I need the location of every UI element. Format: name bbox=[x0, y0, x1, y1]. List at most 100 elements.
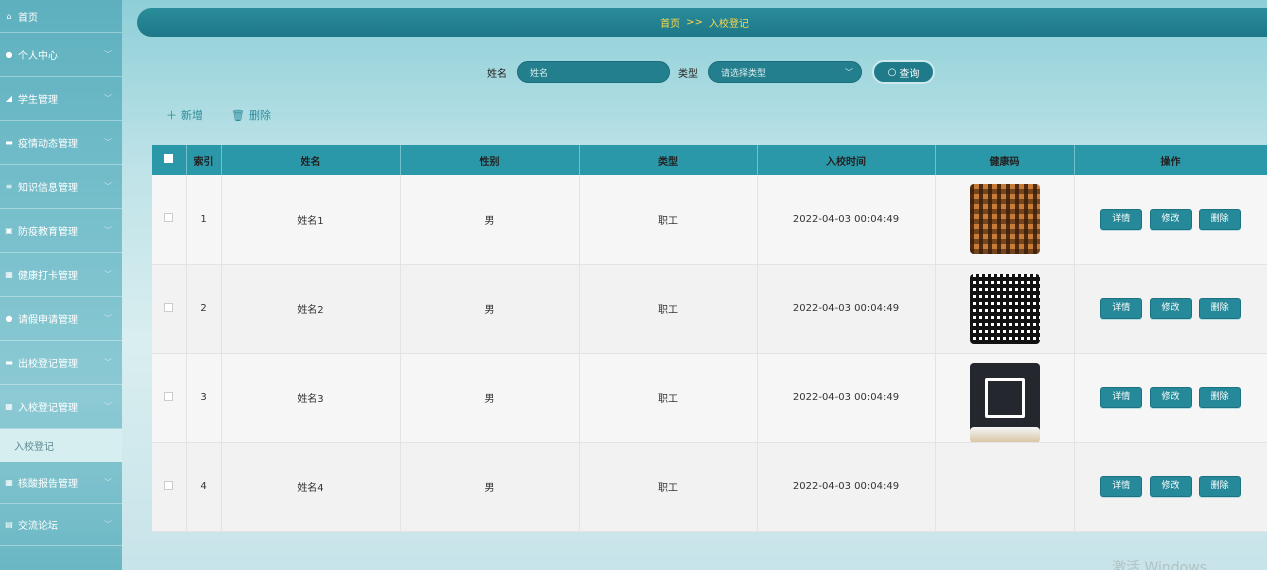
column-header: 操作 bbox=[1074, 145, 1267, 175]
sidebar-subitem-entry[interactable]: 入校登记 bbox=[0, 429, 122, 462]
column-header: 性别 bbox=[400, 145, 580, 175]
column-header: 健康码 bbox=[935, 145, 1075, 175]
sidebar-item-health-checkin[interactable]: ▦ 健康打卡管理 ﹀ bbox=[0, 253, 122, 297]
delete-button[interactable]: 删除 bbox=[1198, 476, 1241, 497]
name-label: 姓名 bbox=[487, 68, 507, 80]
grid-icon: ▦ bbox=[5, 270, 13, 279]
column-header: 入校时间 bbox=[757, 145, 936, 175]
breadcrumb-home[interactable]: 首页 bbox=[660, 15, 680, 30]
chevron-down-icon: ﹀ bbox=[104, 402, 112, 411]
sidebar-item-epidemic[interactable]: ▬ 疫情动态管理 ﹀ bbox=[0, 121, 122, 165]
sidebar-item-label: 健康打卡管理 bbox=[18, 271, 78, 282]
chevron-down-icon: ﹀ bbox=[104, 270, 112, 279]
doc-icon: ▣ bbox=[5, 226, 13, 235]
qr-code-icon bbox=[984, 377, 1025, 418]
bulk-delete-button[interactable]: 🗑 删除 bbox=[231, 107, 271, 123]
row-time: 2022-04-03 00:04:49 bbox=[757, 175, 936, 265]
sidebar-item-personal[interactable]: ● 个人中心 ﹀ bbox=[0, 33, 122, 77]
row-name: 姓名3 bbox=[221, 353, 401, 443]
row-health-code bbox=[935, 426, 1075, 532]
sidebar-item-leave[interactable]: ● 请假申请管理 ﹀ bbox=[0, 297, 122, 341]
sidebar-item-label: 请假申请管理 bbox=[18, 315, 78, 326]
row-type: 职工 bbox=[579, 442, 758, 532]
sidebar-item-nucleic[interactable]: ▦ 核酸报告管理 ﹀ bbox=[0, 462, 122, 504]
chevron-down-icon: ﹀ bbox=[104, 226, 112, 235]
name-search-input[interactable]: 姓名 bbox=[517, 61, 670, 83]
sidebar-subitem-label: 入校登记 bbox=[14, 442, 54, 453]
search-bar: 姓名 姓名 类型 请选择类型 ﹀ ○ 查询 bbox=[487, 60, 935, 84]
sidebar-item-forum[interactable]: ▤ 交流论坛 ﹀ bbox=[0, 504, 122, 546]
row-checkbox[interactable] bbox=[164, 391, 174, 401]
sidebar-item-label: 首页 bbox=[18, 12, 38, 24]
sidebar-item-label: 学生管理 bbox=[18, 95, 58, 106]
sidebar-item-label: 防疫教育管理 bbox=[18, 227, 78, 238]
row-time: 2022-04-03 00:04:49 bbox=[757, 442, 936, 532]
column-header: 姓名 bbox=[221, 145, 401, 175]
row-name: 姓名4 bbox=[221, 442, 401, 532]
detail-button[interactable]: 详情 bbox=[1100, 476, 1143, 497]
row-checkbox[interactable] bbox=[164, 480, 174, 490]
type-select-placeholder: 请选择类型 bbox=[721, 68, 767, 79]
sidebar-item-education[interactable]: ▣ 防疫教育管理 ﹀ bbox=[0, 209, 122, 253]
row-checkbox[interactable] bbox=[164, 213, 174, 223]
grid-icon: ▦ bbox=[5, 402, 13, 411]
row-type: 职工 bbox=[579, 175, 758, 265]
health-code-image[interactable] bbox=[969, 273, 1040, 344]
detail-button[interactable]: 详情 bbox=[1100, 208, 1143, 230]
edit-button[interactable]: 修改 bbox=[1149, 476, 1192, 497]
edit-button[interactable]: 修改 bbox=[1149, 298, 1192, 319]
table-header-row: 索引 姓名 性别 类型 入校时间 健康码 操作 bbox=[152, 145, 1267, 175]
health-code-image[interactable] bbox=[969, 184, 1040, 255]
edit-button[interactable]: 修改 bbox=[1149, 208, 1192, 230]
type-select[interactable]: 请选择类型 ﹀ bbox=[708, 61, 862, 83]
detail-button[interactable]: 详情 bbox=[1100, 298, 1143, 319]
chat-icon: ▬ bbox=[5, 358, 13, 367]
add-button[interactable]: ＋ 新增 bbox=[166, 107, 203, 123]
chevron-down-icon: ﹀ bbox=[104, 520, 112, 529]
trash-icon: 🗑 bbox=[231, 108, 245, 122]
table-row: 1 姓名1 男 职工 2022-04-03 00:04:49 详情 修改 删除 bbox=[152, 175, 1267, 265]
row-index: 3 bbox=[186, 353, 222, 443]
breadcrumb-separator: >> bbox=[686, 17, 703, 28]
forum-icon: ▤ bbox=[5, 520, 13, 529]
chevron-down-icon: ﹀ bbox=[104, 478, 112, 487]
grid-icon: ▦ bbox=[5, 478, 13, 487]
sidebar-item-home[interactable]: ⌂ 首页 bbox=[0, 0, 122, 33]
edit-button[interactable]: 修改 bbox=[1149, 387, 1192, 408]
sidebar-item-label: 知识信息管理 bbox=[18, 183, 78, 194]
bulk-delete-label: 删除 bbox=[248, 109, 271, 122]
select-all-cell[interactable] bbox=[152, 145, 187, 175]
sidebar-item-label: 出校登记管理 bbox=[18, 359, 78, 370]
sidebar-item-exit-register[interactable]: ▬ 出校登记管理 ﹀ bbox=[0, 341, 122, 385]
sidebar-item-students[interactable]: ◢ 学生管理 ﹀ bbox=[0, 77, 122, 121]
row-time: 2022-04-03 00:04:49 bbox=[757, 353, 936, 443]
sidebar-item-entry-register[interactable]: ▦ 入校登记管理 ﹀ bbox=[0, 385, 122, 429]
chevron-down-icon: ﹀ bbox=[104, 94, 112, 103]
health-code-image[interactable] bbox=[969, 362, 1040, 433]
table-row: 3 姓名3 男 职工 2022-04-03 00:04:49 详情 修改 删除 bbox=[152, 353, 1267, 443]
row-checkbox[interactable] bbox=[164, 302, 174, 312]
row-type: 职工 bbox=[579, 264, 758, 354]
column-header: 索引 bbox=[186, 145, 222, 175]
detail-button[interactable]: 详情 bbox=[1100, 387, 1143, 408]
row-gender: 男 bbox=[400, 353, 580, 443]
chevron-down-icon: ﹀ bbox=[104, 182, 112, 191]
health-code-image[interactable] bbox=[969, 426, 1040, 443]
student-icon: ◢ bbox=[5, 94, 13, 103]
row-actions: 详情 修改 删除 bbox=[1074, 353, 1267, 443]
row-index: 1 bbox=[186, 175, 222, 265]
delete-button[interactable]: 删除 bbox=[1198, 387, 1241, 408]
sidebar-item-knowledge[interactable]: ≡ 知识信息管理 ﹀ bbox=[0, 165, 122, 209]
add-button-label: 新增 bbox=[181, 109, 203, 122]
column-header: 类型 bbox=[579, 145, 758, 175]
home-icon: ⌂ bbox=[6, 11, 12, 21]
name-search-placeholder: 姓名 bbox=[530, 68, 549, 79]
toolbar: ＋ 新增 🗑 删除 bbox=[166, 107, 271, 123]
chevron-down-icon: ﹀ bbox=[104, 50, 112, 59]
delete-button[interactable]: 删除 bbox=[1198, 298, 1241, 319]
search-button[interactable]: ○ 查询 bbox=[872, 60, 935, 84]
row-actions: 详情 修改 删除 bbox=[1074, 442, 1267, 532]
delete-button[interactable]: 删除 bbox=[1198, 208, 1241, 230]
row-time: 2022-04-03 00:04:49 bbox=[757, 264, 936, 354]
select-all-checkbox[interactable] bbox=[164, 154, 174, 163]
